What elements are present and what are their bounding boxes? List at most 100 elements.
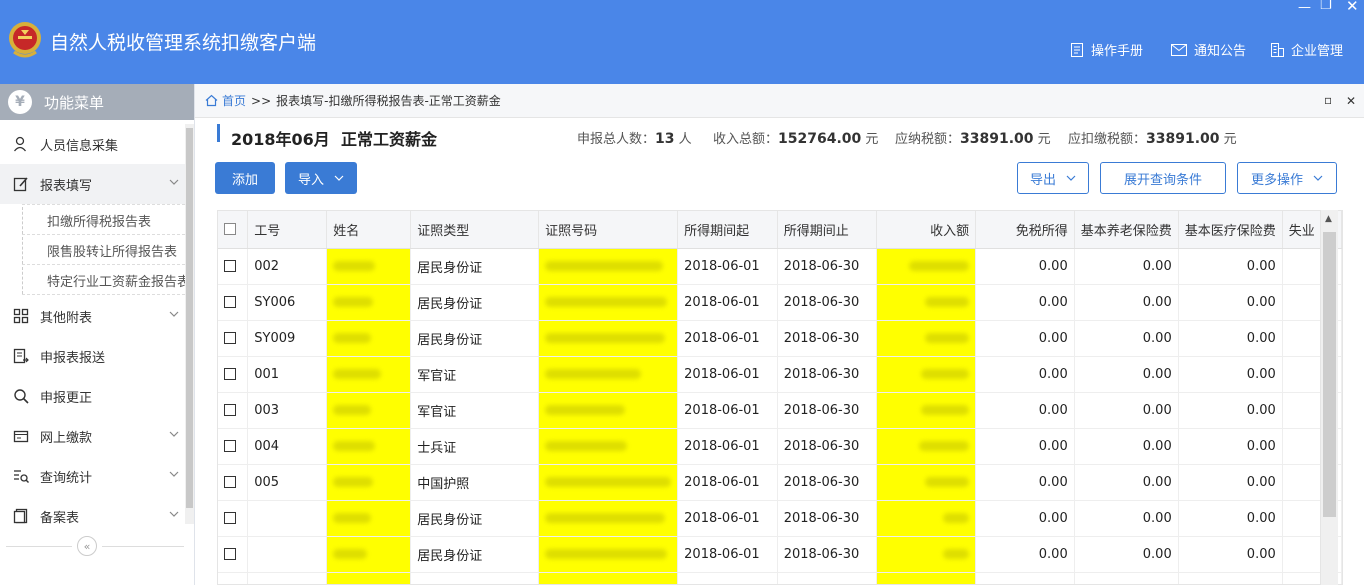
minimize-icon[interactable]: — bbox=[1298, 0, 1311, 15]
column-header[interactable]: 所得期间止 bbox=[777, 211, 878, 249]
header-notice-link[interactable]: 通知公告 bbox=[1170, 40, 1246, 59]
pension-cell[interactable]: 0.00 bbox=[1074, 464, 1179, 501]
row-select-cell[interactable] bbox=[218, 320, 249, 357]
name-cell[interactable] bbox=[326, 356, 412, 393]
income-cell[interactable] bbox=[876, 284, 977, 321]
cert-type-cell[interactable]: 居民身份证 bbox=[410, 536, 540, 573]
table-row[interactable]: 001 军官证 2018-06-01 2018-06-30 0.00 0.00 0.00 bbox=[218, 356, 1342, 393]
period-end-cell[interactable]: 2018-06-30 bbox=[777, 356, 878, 393]
employee-id-cell[interactable] bbox=[247, 500, 328, 537]
employee-id-cell[interactable]: SY009 bbox=[247, 320, 328, 357]
period-start-cell[interactable]: 2018-06-01 bbox=[677, 392, 778, 429]
income-cell[interactable] bbox=[876, 428, 977, 465]
table-row[interactable]: 004 士兵证 2018-06-01 2018-06-30 0.00 0.00 0.00 bbox=[218, 428, 1342, 465]
sidebar-collapse-button[interactable]: « bbox=[77, 536, 97, 556]
sidebar-item-filing[interactable]: 备案表 bbox=[0, 496, 185, 536]
cert-type-cell[interactable]: 居民身份证 bbox=[410, 248, 540, 285]
employee-id-cell[interactable]: 001 bbox=[247, 356, 328, 393]
income-cell[interactable] bbox=[876, 320, 977, 357]
home-icon[interactable] bbox=[205, 94, 218, 107]
row-select-cell[interactable] bbox=[218, 464, 249, 501]
row-checkbox[interactable] bbox=[224, 368, 236, 380]
close-icon[interactable]: ✕ bbox=[1346, 0, 1359, 15]
employee-id-cell[interactable]: 002 bbox=[247, 248, 328, 285]
cert-number-cell[interactable] bbox=[538, 428, 679, 465]
cert-type-cell[interactable]: 居民身份证 bbox=[410, 320, 540, 357]
sidebar-scrollbar[interactable] bbox=[185, 124, 194, 524]
column-header[interactable]: 收入额 bbox=[876, 211, 977, 249]
table-row[interactable] bbox=[218, 572, 1342, 584]
period-end-cell[interactable]: 2018-06-30 bbox=[777, 284, 878, 321]
name-cell[interactable] bbox=[326, 284, 412, 321]
medical-cell[interactable]: 0.00 bbox=[1178, 248, 1283, 285]
row-checkbox[interactable] bbox=[224, 512, 236, 524]
period-start-cell[interactable]: 2018-06-01 bbox=[677, 248, 778, 285]
column-header[interactable]: 姓名 bbox=[326, 211, 412, 249]
employee-id-cell[interactable]: 003 bbox=[247, 392, 328, 429]
table-row[interactable]: 居民身份证 2018-06-01 2018-06-30 0.00 0.00 0.00 bbox=[218, 536, 1342, 573]
sidebar-scroll-thumb[interactable] bbox=[186, 128, 193, 508]
column-header[interactable]: 基本医疗保险费 bbox=[1178, 211, 1283, 249]
cert-type-cell[interactable]: 居民身份证 bbox=[410, 284, 540, 321]
sidebar-item-query-stats[interactable]: 查询统计 bbox=[0, 456, 185, 496]
sidebar-subitem-restricted-share-report[interactable]: 限售股转让所得报告表 bbox=[22, 237, 185, 264]
period-end-cell[interactable]: 2018-06-30 bbox=[777, 428, 878, 465]
row-select-cell[interactable] bbox=[218, 248, 249, 285]
cert-number-cell[interactable] bbox=[538, 284, 679, 321]
employee-id-cell[interactable]: SY006 bbox=[247, 284, 328, 321]
period-end-cell[interactable]: 2018-06-30 bbox=[777, 320, 878, 357]
cert-number-cell[interactable] bbox=[538, 356, 679, 393]
row-checkbox[interactable] bbox=[224, 440, 236, 452]
pension-cell[interactable]: 0.00 bbox=[1074, 536, 1179, 573]
tax-free-cell[interactable]: 0.00 bbox=[975, 536, 1075, 573]
period-start-cell[interactable]: 2018-06-01 bbox=[677, 464, 778, 501]
employee-id-cell[interactable]: 004 bbox=[247, 428, 328, 465]
column-header[interactable]: 所得期间起 bbox=[677, 211, 778, 249]
column-header[interactable]: 证照号码 bbox=[538, 211, 679, 249]
more-actions-button[interactable]: 更多操作 bbox=[1237, 162, 1337, 194]
export-button[interactable]: 导出 bbox=[1017, 162, 1089, 194]
row-checkbox[interactable] bbox=[224, 548, 236, 560]
row-select-cell[interactable] bbox=[218, 428, 249, 465]
cert-type-cell[interactable]: 士兵证 bbox=[410, 428, 540, 465]
medical-cell[interactable]: 0.00 bbox=[1178, 320, 1283, 357]
table-row[interactable]: SY006 居民身份证 2018-06-01 2018-06-30 0.00 0.00 0.… bbox=[218, 284, 1342, 321]
row-select-cell[interactable] bbox=[218, 356, 249, 393]
pension-cell[interactable]: 0.00 bbox=[1074, 392, 1179, 429]
sidebar-subitem-special-industry-report[interactable]: 特定行业工资薪金报告表 bbox=[22, 267, 185, 294]
pension-cell[interactable]: 0.00 bbox=[1074, 356, 1179, 393]
tax-free-cell[interactable]: 0.00 bbox=[975, 320, 1075, 357]
row-select-cell[interactable] bbox=[218, 284, 249, 321]
period-end-cell[interactable]: 2018-06-30 bbox=[777, 464, 878, 501]
sidebar-item-report-fill[interactable]: 报表填写 bbox=[0, 164, 185, 204]
pension-cell[interactable]: 0.00 bbox=[1074, 320, 1179, 357]
column-header[interactable]: 工号 bbox=[247, 211, 328, 249]
row-select-cell[interactable] bbox=[218, 500, 249, 537]
pension-cell[interactable]: 0.00 bbox=[1074, 500, 1179, 537]
medical-cell[interactable]: 0.00 bbox=[1178, 500, 1283, 537]
pension-cell[interactable]: 0.00 bbox=[1074, 284, 1179, 321]
medical-cell[interactable]: 0.00 bbox=[1178, 464, 1283, 501]
table-row[interactable]: SY009 居民身份证 2018-06-01 2018-06-30 0.00 0.00 0.… bbox=[218, 320, 1342, 357]
period-end-cell[interactable]: 2018-06-30 bbox=[777, 392, 878, 429]
period-start-cell[interactable]: 2018-06-01 bbox=[677, 536, 778, 573]
header-company-link[interactable]: 企业管理 bbox=[1269, 40, 1343, 59]
income-cell[interactable] bbox=[876, 536, 977, 573]
row-checkbox[interactable] bbox=[224, 260, 236, 272]
row-select-cell[interactable] bbox=[218, 536, 249, 573]
row-select-cell[interactable] bbox=[218, 392, 249, 429]
tax-free-cell[interactable]: 0.00 bbox=[975, 284, 1075, 321]
name-cell[interactable] bbox=[326, 248, 412, 285]
cert-type-cell[interactable]: 军官证 bbox=[410, 356, 540, 393]
cert-number-cell[interactable] bbox=[538, 392, 679, 429]
table-row[interactable]: 005 中国护照 2018-06-01 2018-06-30 0.00 0.00 0.00 bbox=[218, 464, 1342, 501]
income-cell[interactable] bbox=[876, 356, 977, 393]
income-cell[interactable] bbox=[876, 248, 977, 285]
tax-free-cell[interactable]: 0.00 bbox=[975, 392, 1075, 429]
sidebar-item-other-attachments[interactable]: 其他附表 bbox=[0, 296, 185, 336]
cert-number-cell[interactable] bbox=[538, 248, 679, 285]
table-row[interactable]: 居民身份证 2018-06-01 2018-06-30 0.00 0.00 0.00 bbox=[218, 500, 1342, 537]
name-cell[interactable] bbox=[326, 500, 412, 537]
medical-cell[interactable]: 0.00 bbox=[1178, 428, 1283, 465]
period-start-cell[interactable]: 2018-06-01 bbox=[677, 428, 778, 465]
